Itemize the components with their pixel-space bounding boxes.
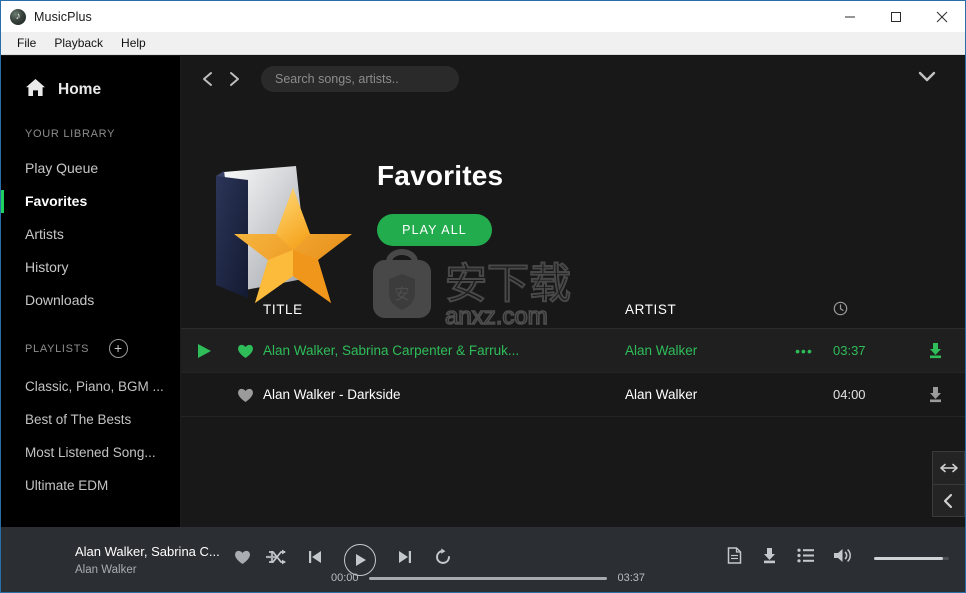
download-icon[interactable] — [761, 547, 778, 569]
window-title: MusicPlus — [34, 9, 92, 24]
row-title: Alan Walker - Darkside — [263, 387, 401, 402]
sidebar-item-label: Artists — [25, 226, 64, 242]
row-duration: 04:00 — [833, 387, 866, 402]
seek-track[interactable] — [368, 576, 608, 580]
player-bar: Alan Walker, Sabrina C... Alan Walker 00… — [1, 527, 965, 592]
row-favorite-icon[interactable] — [227, 387, 263, 403]
row-duration: 03:37 — [833, 343, 866, 358]
now-playing-row: Alan Walker, Sabrina C... Alan Walker — [75, 544, 278, 576]
minimize-icon[interactable] — [827, 1, 873, 32]
row-artist: Alan Walker — [625, 387, 698, 402]
sidebar-playlists-heading: PLAYLISTS + — [1, 339, 180, 358]
playlist-header-text: Favorites PLAY ALL — [377, 160, 503, 246]
row-more-button[interactable]: ••• — [775, 343, 833, 359]
app-window: MusicPlus File Playback Help Home — [0, 0, 966, 593]
table-header: TITLE ARTIST — [181, 291, 965, 329]
sidebar-item-label: Favorites — [25, 193, 88, 209]
column-header-title[interactable]: TITLE — [263, 302, 625, 317]
column-header-duration[interactable] — [833, 301, 905, 319]
music-note-icon — [10, 8, 26, 25]
menu-item-file[interactable]: File — [8, 33, 45, 53]
volume-icon[interactable] — [833, 547, 853, 569]
now-playing-artist: Alan Walker — [75, 563, 137, 576]
volume-fill — [874, 556, 943, 560]
track-table: TITLE ARTIST Alan Walker, Sabrina Carpen… — [181, 291, 965, 417]
seek-bar[interactable]: 00:00 03:37 — [331, 572, 645, 584]
close-icon[interactable] — [919, 1, 965, 32]
heart-icon[interactable] — [234, 549, 251, 570]
menu-bar: File Playback Help — [1, 32, 965, 55]
side-float-buttons — [932, 451, 965, 517]
resize-horizontal-icon[interactable] — [933, 452, 964, 484]
previous-icon[interactable] — [308, 549, 322, 570]
row-artist: Alan Walker — [625, 343, 698, 358]
sidebar-item-home[interactable]: Home — [1, 74, 180, 106]
add-playlist-button[interactable]: + — [109, 339, 128, 358]
menu-item-help[interactable]: Help — [112, 33, 155, 53]
row-favorite-icon[interactable] — [227, 343, 263, 359]
sidebar-home-label: Home — [58, 81, 102, 98]
play-icon[interactable] — [344, 543, 376, 576]
playlist-item[interactable]: Ultimate EDM — [1, 469, 180, 502]
sidebar-library-heading: YOUR LIBRARY — [1, 128, 180, 140]
chevron-down-icon[interactable] — [917, 69, 953, 88]
chevron-left-icon[interactable] — [195, 66, 221, 92]
sidebar-item-downloads[interactable]: Downloads — [1, 284, 180, 317]
clock-icon — [833, 301, 848, 319]
page-title: Favorites — [377, 160, 504, 191]
content-topbar — [181, 56, 965, 101]
maximize-icon[interactable] — [873, 1, 919, 32]
table-row[interactable]: Alan Walker - Darkside Alan Walker 04:00 — [181, 373, 965, 417]
title-bar: MusicPlus — [1, 1, 965, 32]
app-body: Home YOUR LIBRARY Play Queue Favorites A… — [1, 56, 965, 592]
sidebar-item-play-queue[interactable]: Play Queue — [1, 152, 180, 185]
play-all-button[interactable]: PLAY ALL — [377, 214, 492, 246]
now-playing-text: Alan Walker, Sabrina C... Alan Walker — [75, 544, 220, 576]
player-right-tools — [727, 547, 949, 569]
search-input[interactable] — [275, 71, 445, 86]
table-row[interactable]: Alan Walker, Sabrina Carpenter & Farruk.… — [181, 329, 965, 373]
playlist-item[interactable]: Best of The Bests — [1, 403, 180, 436]
shuffle-icon[interactable] — [268, 549, 286, 570]
now-playing: Alan Walker, Sabrina C... Alan Walker — [1, 544, 278, 576]
playlists-heading-label: PLAYLISTS — [25, 342, 90, 355]
row-download-icon[interactable] — [905, 342, 965, 359]
row-play-button[interactable] — [181, 343, 227, 359]
chevron-right-icon[interactable] — [221, 66, 247, 92]
home-icon — [25, 78, 46, 102]
search-box[interactable] — [261, 65, 459, 92]
next-icon[interactable] — [398, 549, 412, 570]
sidebar-item-history[interactable]: History — [1, 251, 180, 284]
transport-controls — [268, 543, 452, 576]
sidebar-item-label: Downloads — [25, 292, 95, 308]
queue-list-icon[interactable] — [797, 548, 814, 568]
playlist-item[interactable]: Most Listened Song... — [1, 436, 180, 469]
sidebar-item-label: Play Queue — [25, 160, 99, 176]
sidebar: Home YOUR LIBRARY Play Queue Favorites A… — [1, 56, 181, 592]
menu-item-playback[interactable]: Playback — [45, 33, 112, 53]
lyrics-icon[interactable] — [727, 547, 742, 569]
sidebar-item-label: History — [25, 259, 69, 275]
row-download-icon[interactable] — [905, 386, 965, 403]
sidebar-item-artists[interactable]: Artists — [1, 218, 180, 251]
column-header-artist[interactable]: ARTIST — [625, 302, 775, 317]
library-heading-label: YOUR LIBRARY — [25, 128, 116, 140]
playlist-item[interactable]: Classic, Piano, BGM ... — [1, 370, 180, 403]
total-time: 03:37 — [617, 572, 645, 584]
sidebar-item-favorites[interactable]: Favorites — [1, 185, 180, 218]
main-content: Favorites PLAY ALL 安 安下载 anxz.com — [181, 56, 965, 592]
repeat-icon[interactable] — [434, 548, 452, 571]
row-title: Alan Walker, Sabrina Carpenter & Farruk.… — [263, 343, 520, 358]
elapsed-time: 00:00 — [331, 572, 359, 584]
volume-slider[interactable] — [874, 556, 949, 560]
now-playing-title: Alan Walker, Sabrina C... — [75, 543, 220, 559]
favorites-folder-star-icon — [204, 158, 352, 303]
playlist-header: Favorites PLAY ALL — [181, 101, 965, 303]
collapse-left-icon[interactable] — [933, 484, 964, 516]
